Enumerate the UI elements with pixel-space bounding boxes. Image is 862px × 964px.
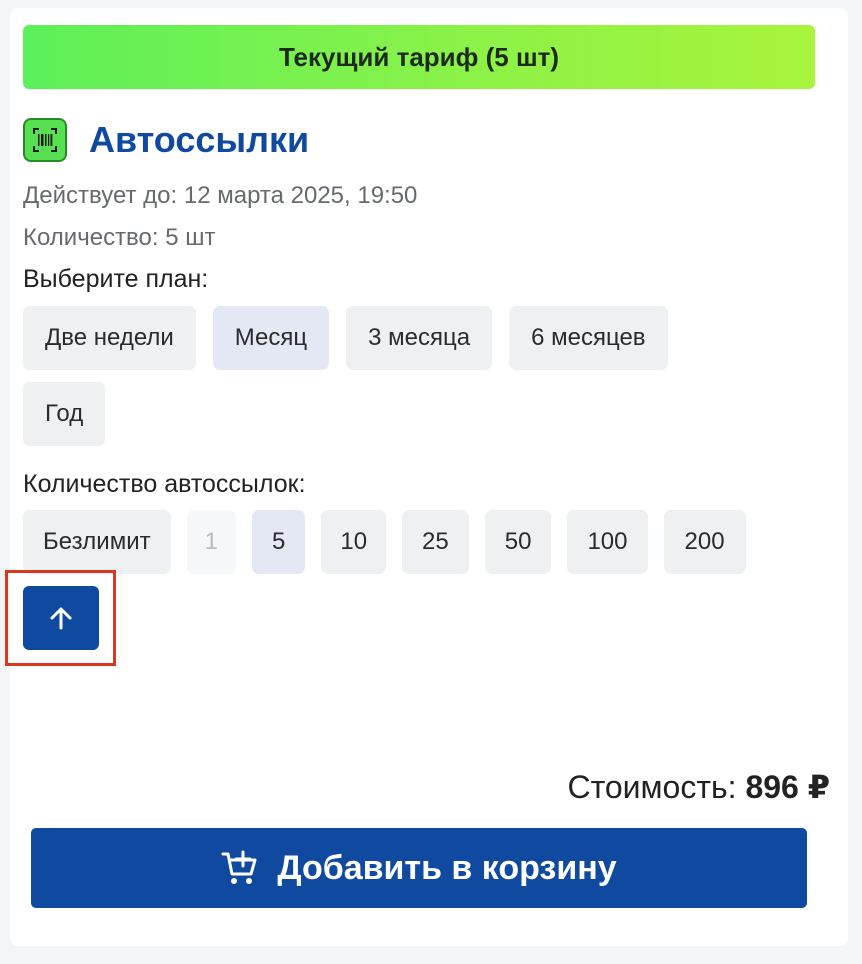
price-label: Стоимость: [567, 769, 737, 805]
current-tariff-banner: Текущий тариф (5 шт) [23, 25, 815, 89]
count-option-10[interactable]: 10 [321, 510, 387, 574]
add-to-cart-label: Добавить в корзину [277, 848, 617, 887]
plan-option-month[interactable]: Месяц [212, 306, 330, 370]
plan-option-two-weeks[interactable]: Две недели [23, 306, 196, 370]
add-to-cart-button[interactable]: Добавить в корзину [31, 828, 807, 908]
count-option-100[interactable]: 100 [567, 510, 648, 574]
quantity-text: Количество: 5 шт [23, 224, 216, 251]
product-header: Автоссылки [23, 116, 309, 164]
count-option-25[interactable]: 25 [402, 510, 469, 574]
plan-option-6-months[interactable]: 6 месяцев [509, 306, 668, 370]
barcode-scan-icon [23, 118, 67, 162]
scroll-up-button[interactable] [23, 586, 99, 650]
plan-option-3-months[interactable]: 3 месяца [346, 306, 493, 370]
current-tariff-label: Текущий тариф (5 шт) [278, 41, 560, 72]
valid-until-text: Действует до: 12 марта 2025, 19:50 [23, 182, 418, 209]
plan-section-label: Выберите план: [23, 265, 209, 293]
plan-options: Две недели Месяц 3 месяца 6 месяцев Год [23, 306, 743, 446]
count-option-unlimited[interactable]: Безлимит [23, 510, 171, 574]
count-option-5[interactable]: 5 [251, 510, 306, 574]
count-option-1: 1 [186, 510, 236, 574]
price-value: 896 ₽ [745, 769, 830, 805]
plan-option-year[interactable]: Год [23, 382, 106, 446]
count-option-50[interactable]: 50 [484, 510, 552, 574]
count-section-label: Количество автоссылок: [23, 470, 306, 498]
count-options: Безлимит 1 5 10 25 50 100 200 [23, 510, 746, 574]
price-row: Стоимость: 896 ₽ [567, 768, 830, 806]
count-option-200[interactable]: 200 [663, 510, 746, 574]
product-title: Автоссылки [89, 119, 310, 160]
arrow-up-icon [46, 603, 76, 633]
cart-plus-icon [221, 850, 259, 886]
